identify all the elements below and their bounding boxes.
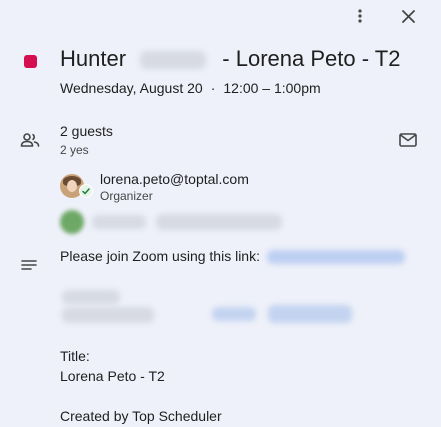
created-by-text: Created by Top Scheduler	[60, 408, 222, 424]
event-title-first: Hunter	[60, 46, 127, 71]
accepted-badge	[79, 184, 93, 198]
people-icon	[20, 133, 40, 147]
organizer-role: Organizer	[100, 189, 153, 203]
mail-icon	[399, 133, 417, 147]
event-time: 12:00 – 1:00pm	[223, 80, 321, 96]
desc-title-value: Lorena Peto - T2	[60, 368, 165, 384]
redacted-detail	[62, 307, 154, 323]
more-vert-icon	[358, 9, 362, 23]
datetime-separator: ·	[210, 80, 216, 96]
event-datetime: Wednesday, August 20 · 12:00 – 1:00pm	[60, 80, 321, 96]
close-icon	[401, 9, 415, 23]
guest-avatar-redacted[interactable]	[60, 210, 84, 234]
organizer-email[interactable]: lorena.peto@toptal.com	[100, 171, 249, 187]
redacted-link[interactable]	[212, 307, 256, 321]
event-title: Hunter - Lorena Peto - T2	[60, 46, 400, 72]
close-button[interactable]	[394, 2, 422, 30]
zoom-join-text: Please join Zoom using this link:	[60, 248, 405, 265]
event-date: Wednesday, August 20	[60, 80, 203, 96]
description-icon	[21, 260, 37, 270]
event-details-panel: Hunter - Lorena Peto - T2 Wednesday, Aug…	[0, 0, 441, 427]
email-guests-button[interactable]	[394, 126, 422, 154]
event-title-rest: - Lorena Peto - T2	[222, 46, 401, 71]
redacted-link[interactable]	[268, 305, 352, 323]
redacted-name	[140, 51, 207, 70]
guest-count: 2 guests	[60, 123, 113, 139]
redacted-guest-name	[92, 215, 146, 229]
redacted-guest-email	[156, 214, 282, 230]
desc-title-label: Title:	[60, 348, 90, 364]
event-color-chip	[24, 55, 37, 68]
rsvp-summary: 2 yes	[60, 143, 89, 157]
more-options-button[interactable]	[346, 2, 374, 30]
redacted-zoom-link[interactable]	[266, 250, 405, 265]
check-icon	[82, 187, 90, 194]
redacted-detail	[62, 290, 120, 304]
